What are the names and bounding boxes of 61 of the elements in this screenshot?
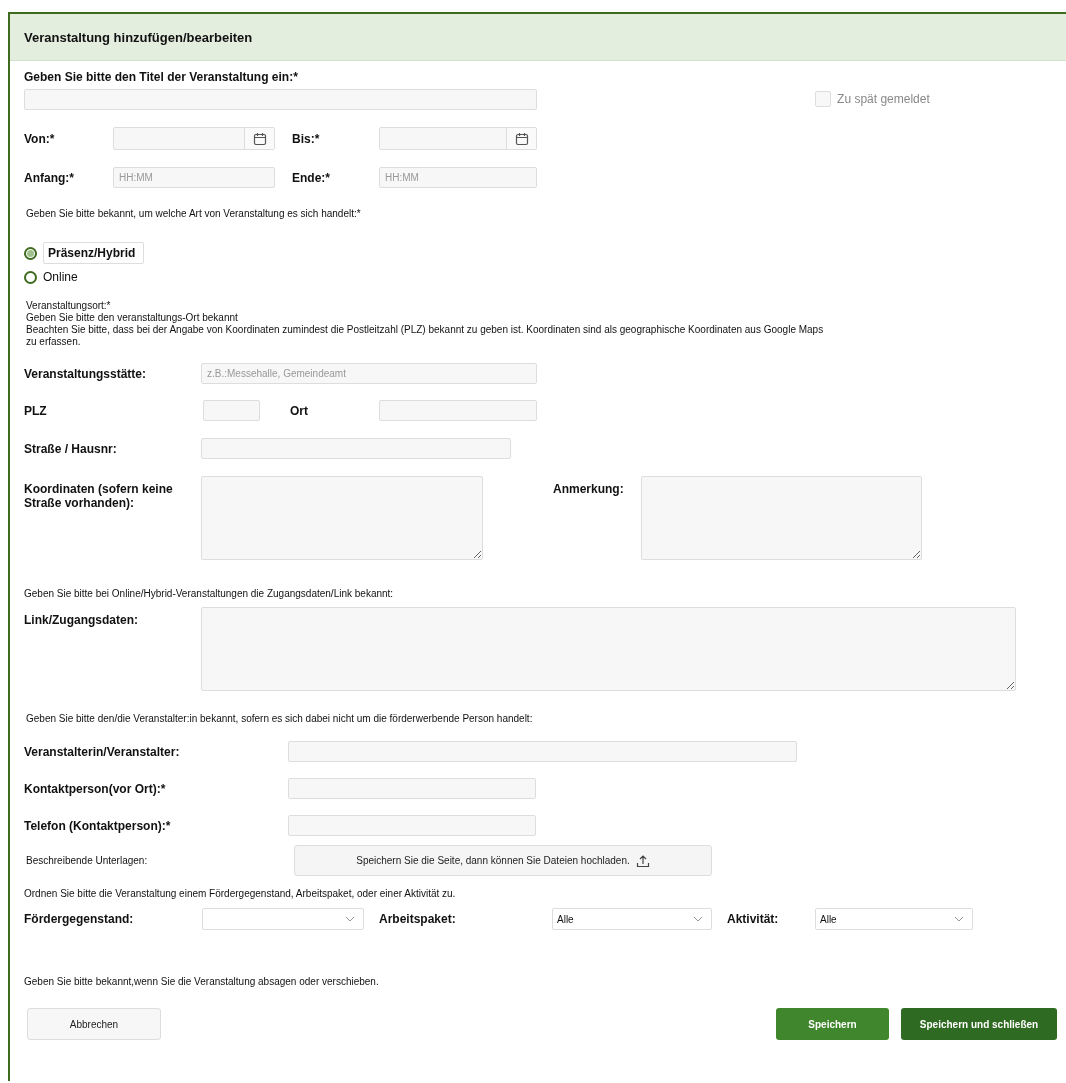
select-dropdown[interactable]	[202, 908, 364, 930]
cancel-button[interactable]: Abbrechen	[27, 1008, 161, 1040]
save-button[interactable]: Speichern	[776, 1008, 889, 1040]
radio-label: Präsenz/Hybrid	[43, 242, 145, 264]
note-text: Veranstaltungsort:*	[26, 300, 112, 312]
radio-button[interactable]	[24, 246, 37, 260]
field-label: Bis:*	[292, 131, 321, 146]
field-label: Von:*	[24, 131, 56, 146]
city-input[interactable]	[379, 400, 537, 421]
field-label: Anmerkung:	[553, 482, 625, 496]
radio-label: Online	[43, 270, 78, 284]
chevron-icon	[693, 916, 703, 922]
note-text: Geben Sie bitte den veranstaltungs-Ort bekannt	[26, 312, 239, 324]
save-and-close-button[interactable]: Speichern und schließen	[901, 1008, 1057, 1040]
prompt-text: Geben Sie bitte bekannt, um welche Art von Veranstaltung es sich handelt:*	[25, 208, 362, 220]
field-label: Veranstaltungsstätte:	[24, 366, 148, 381]
street-input[interactable]	[201, 438, 511, 459]
field-label: Koordinaten (sofern keine Straße vorhanden):	[24, 482, 174, 510]
date-input[interactable]	[379, 127, 537, 150]
field-label: Telefon (Kontaktperson):*	[24, 818, 172, 833]
field-label: Ort	[290, 403, 309, 418]
prompt-text: Geben Sie bitte bei Online/Hybrid-Veranstaltungen die Zugangsdaten/Link bekannt:	[24, 588, 395, 600]
field-label: Fördergegenstand:	[24, 912, 135, 926]
calendar-icon	[252, 131, 267, 146]
radio-button[interactable]	[24, 270, 37, 284]
remark-textarea[interactable]	[641, 476, 922, 560]
note-text: Beachten Sie bitte, dass bei der Angabe von Koordinaten zumindest die Postleitzahl (PLZ) bekannt zu geben ist. Koordinaten sind als geographische Koordinaten aus Google Maps zu erfassen.	[26, 324, 825, 348]
prompt-text: Ordnen Sie bitte die Veranstaltung einem Fördergegenstand, Arbeitspaket, oder einer Aktivität zu.	[24, 888, 457, 900]
select-dropdown[interactable]: Alle	[815, 908, 973, 930]
upload-button[interactable]: Speichern Sie die Seite, dann können Sie Dateien hochladen.	[294, 845, 712, 876]
postal-code-input[interactable]	[203, 400, 260, 421]
select-dropdown[interactable]: Alle	[552, 908, 712, 930]
venue-input[interactable]: z.B.:Messehalle, Gemeindeamt	[201, 363, 537, 384]
field-label: Straße / Hausnr:	[24, 441, 118, 456]
date-input[interactable]	[113, 127, 275, 150]
text-input[interactable]	[288, 778, 536, 799]
field-label: Veranstalterin/Veranstalter:	[24, 744, 181, 759]
field-label: Ende:*	[292, 170, 331, 185]
prompt-text: Geben Sie bitte den/die Veranstalter:in bekannt, sofern es sich dabei nicht um die förderwerbende Person handelt:	[25, 713, 534, 725]
calendar-icon	[514, 131, 529, 146]
coordinates-textarea[interactable]	[201, 476, 483, 560]
upload-icon	[635, 853, 650, 868]
time-input[interactable]: HH:MM	[379, 167, 537, 188]
chevron-icon	[954, 916, 964, 922]
prompt-text: Geben Sie bitte bekannt,wenn Sie die Veranstaltung absagen oder verschieben.	[24, 976, 380, 988]
field-label: Link/Zugangsdaten:	[24, 613, 139, 627]
field-label: Aktivität:	[727, 912, 780, 926]
field-label: Arbeitspaket:	[379, 912, 457, 926]
text-input[interactable]	[288, 741, 797, 762]
access-textarea[interactable]	[201, 607, 1016, 691]
chevron-icon	[345, 916, 355, 922]
field-label: Anfang:*	[24, 170, 75, 185]
title-input[interactable]	[24, 89, 537, 110]
field-label: PLZ	[24, 403, 48, 418]
checkbox-label: Zu spät gemeldet	[837, 92, 930, 106]
time-input[interactable]: HH:MM	[113, 167, 275, 188]
dialog-title: Veranstaltung hinzufügen/bearbeiten	[24, 29, 253, 45]
field-label: Kontaktperson(vor Ort):*	[24, 781, 167, 796]
field-label: Geben Sie bitte den Titel der Veranstaltung ein:*	[24, 70, 298, 84]
field-label: Beschreibende Unterlagen:	[25, 854, 149, 867]
text-input[interactable]	[288, 815, 536, 836]
